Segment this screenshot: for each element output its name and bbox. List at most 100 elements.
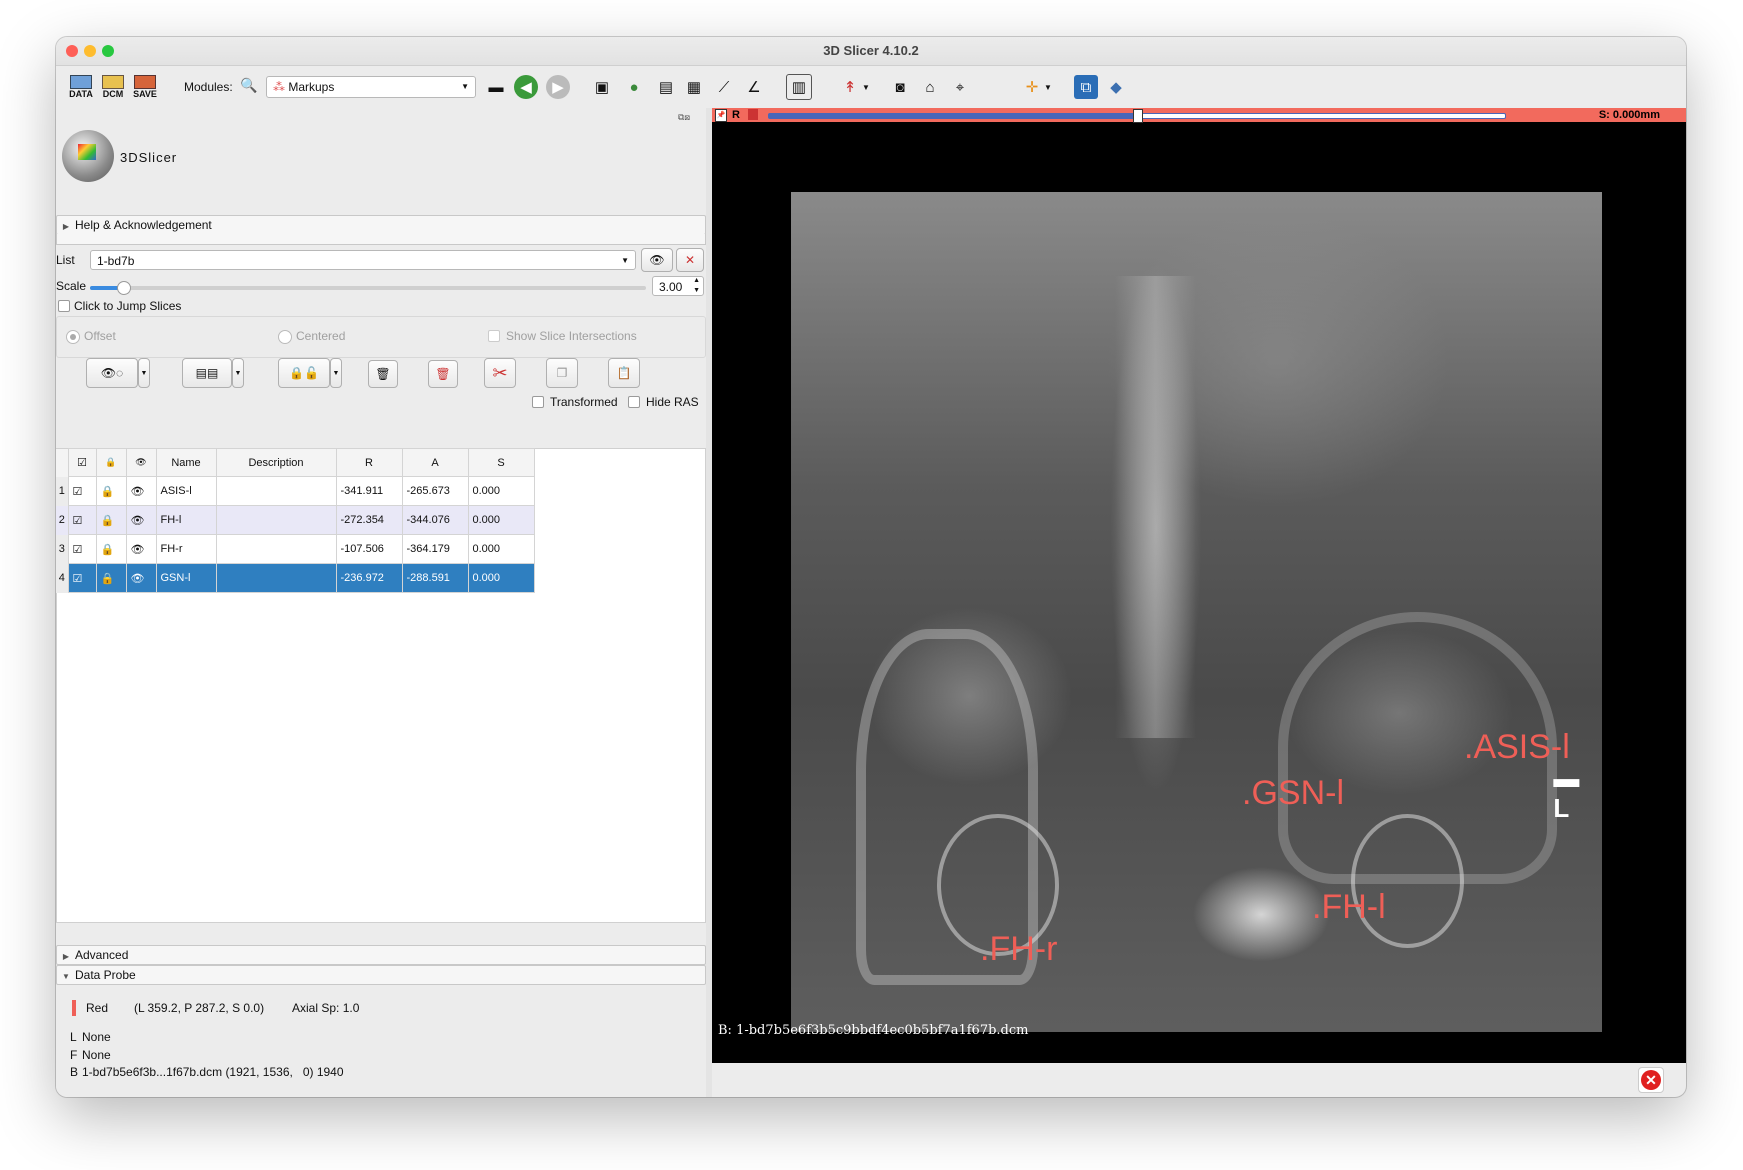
row-visibility-cell[interactable]: 👁 xyxy=(125,534,157,564)
red-slice-viewer[interactable]: 📌 R S: 0.000mm ▬ L .ASIS-l .GSN-l .FH-l .… xyxy=(712,108,1686,1063)
visibility-toggle-button[interactable]: 👁◌ xyxy=(86,358,138,388)
advanced-section-header[interactable]: ▶ Advanced xyxy=(56,945,706,965)
row-lock-cell[interactable]: 🔒 xyxy=(95,534,127,564)
row-s[interactable]: 0.000 xyxy=(467,476,535,506)
fiducial-fh-r[interactable]: .FH-r xyxy=(980,930,1057,969)
delete-point-button[interactable]: 🗑 xyxy=(368,360,398,388)
select-toggle-button[interactable]: ▤▤ xyxy=(182,358,232,388)
row-lock-cell[interactable]: 🔒 xyxy=(95,563,127,593)
row-select-checkbox[interactable]: ☑ xyxy=(67,534,97,564)
dicom-button[interactable]: DCM xyxy=(100,74,126,100)
description-column-header[interactable]: Description xyxy=(215,448,337,477)
offset-radio[interactable] xyxy=(66,330,80,344)
load-data-button[interactable]: DATA xyxy=(68,74,94,100)
close-window-button[interactable] xyxy=(66,45,78,57)
row-select-checkbox[interactable]: ☑ xyxy=(67,476,97,506)
mouse-mode-button[interactable]: ↟ ▼ xyxy=(836,74,872,100)
scale-slider-handle[interactable] xyxy=(117,281,132,295)
screenshot-button[interactable]: ◙ xyxy=(888,74,912,100)
table-row[interactable]: 2 ☑ 🔒 👁 FH-l -272.354 -344.076 0.000 xyxy=(56,505,535,535)
table-row-selected[interactable]: 4 ☑ 🔒 👁 GSN-l -236.972 -288.591 0.000 xyxy=(56,563,535,593)
zoom-window-button[interactable] xyxy=(102,45,114,57)
transformed-checkbox[interactable] xyxy=(532,396,544,408)
row-r[interactable]: -236.972 xyxy=(335,563,403,593)
s-column-header[interactable]: S xyxy=(467,448,535,477)
show-slice-intersections-checkbox[interactable] xyxy=(488,330,500,342)
visibility-menu-button[interactable]: ▼ xyxy=(138,358,150,388)
row-a[interactable]: -265.673 xyxy=(401,476,469,506)
a-column-header[interactable]: A xyxy=(401,448,469,477)
transforms-button[interactable]: ▤ xyxy=(654,74,678,100)
row-name[interactable]: GSN-l xyxy=(155,563,217,593)
fiducial-fh-l[interactable]: .FH-l xyxy=(1312,888,1386,927)
slice-offset-handle[interactable] xyxy=(1133,109,1143,123)
scale-spinbox[interactable]: 3.00 ▲ ▼ xyxy=(652,276,704,296)
save-button[interactable]: SAVE xyxy=(132,74,158,100)
data-probe-section-header[interactable]: ▼ Data Probe xyxy=(56,965,706,985)
error-log-button[interactable]: ✕ xyxy=(1638,1067,1664,1093)
extensions-button[interactable]: ⧉ xyxy=(1074,74,1098,100)
cut-button[interactable]: ✂ xyxy=(484,358,516,388)
list-visibility-button[interactable]: 👁 xyxy=(641,248,673,272)
undock-icon[interactable]: ⧉⊠ xyxy=(678,112,690,123)
row-r[interactable]: -272.354 xyxy=(335,505,403,535)
select-column-header[interactable]: ☑ xyxy=(67,448,97,477)
volume-rendering-button[interactable]: ▣ xyxy=(590,74,614,100)
select-menu-button[interactable]: ▼ xyxy=(232,358,244,388)
markups-list-selector[interactable]: 1-bd7b ▼ xyxy=(90,250,636,270)
row-s[interactable]: 0.000 xyxy=(467,534,535,564)
centered-radio[interactable] xyxy=(278,330,292,344)
editor-button[interactable]: ▦ xyxy=(682,74,706,100)
module-selector[interactable]: ⁂ Markups ▼ xyxy=(266,76,476,98)
row-s[interactable]: 0.000 xyxy=(467,505,535,535)
row-name[interactable]: FH-r xyxy=(155,534,217,564)
paste-button[interactable]: 📋 xyxy=(608,358,640,388)
slice-offset-slider[interactable] xyxy=(768,109,1506,123)
link-icon[interactable] xyxy=(748,109,758,120)
module-list-button[interactable]: ▬ xyxy=(484,74,508,100)
row-visibility-cell[interactable]: 👁 xyxy=(125,476,157,506)
row-a[interactable]: -364.179 xyxy=(401,534,469,564)
forward-button[interactable]: ▶ xyxy=(546,74,570,100)
pin-icon[interactable]: 📌 xyxy=(715,109,727,122)
name-column-header[interactable]: Name xyxy=(155,448,217,477)
fiducial-asis-l[interactable]: .ASIS-l xyxy=(1464,728,1570,767)
lock-column-header[interactable]: 🔒 xyxy=(95,448,127,477)
help-section-header[interactable]: ▶ Help & Acknowledgement xyxy=(56,215,706,235)
click-to-jump-checkbox[interactable] xyxy=(58,300,70,312)
row-s[interactable]: 0.000 xyxy=(467,563,535,593)
lock-toggle-button[interactable]: 🔒🔓 xyxy=(278,358,330,388)
row-a[interactable]: -288.591 xyxy=(401,563,469,593)
row-name[interactable]: ASIS-l xyxy=(155,476,217,506)
scene-view-button[interactable]: ⌂ xyxy=(918,74,942,100)
row-select-checkbox[interactable]: ☑ xyxy=(67,563,97,593)
row-visibility-cell[interactable]: 👁 xyxy=(125,563,157,593)
back-button[interactable]: ◀ xyxy=(514,74,538,100)
fiducial-gsn-l[interactable]: .GSN-l xyxy=(1242,774,1344,813)
lock-menu-button[interactable]: ▼ xyxy=(330,358,342,388)
table-row[interactable]: 1 ☑ 🔒 👁 ASIS-l -341.911 -265.673 0.000 xyxy=(56,476,535,506)
row-description[interactable] xyxy=(215,534,337,564)
row-a[interactable]: -344.076 xyxy=(401,505,469,535)
row-description[interactable] xyxy=(215,476,337,506)
list-lock-button[interactable]: ✕ xyxy=(676,248,704,272)
spin-arrows-icon[interactable]: ▲ ▼ xyxy=(693,276,700,296)
row-description[interactable] xyxy=(215,505,337,535)
table-row[interactable]: 3 ☑ 🔒 👁 FH-r -107.506 -364.179 0.000 xyxy=(56,534,535,564)
row-name[interactable]: FH-l xyxy=(155,505,217,535)
ruler-button[interactable]: ⟋ xyxy=(712,74,736,100)
crosshair-button[interactable]: ✛ ▼ xyxy=(1018,74,1054,100)
minimize-window-button[interactable] xyxy=(84,45,96,57)
copy-button[interactable]: ❐ xyxy=(546,358,578,388)
row-description[interactable] xyxy=(215,563,337,593)
layout-button[interactable]: ▥ xyxy=(786,74,812,100)
row-visibility-cell[interactable]: 👁 xyxy=(125,505,157,535)
restore-view-button[interactable]: ⌖ xyxy=(948,74,972,100)
row-lock-cell[interactable]: 🔒 xyxy=(95,476,127,506)
row-r[interactable]: -341.911 xyxy=(335,476,403,506)
hide-ras-checkbox[interactable] xyxy=(628,396,640,408)
row-lock-cell[interactable]: 🔒 xyxy=(95,505,127,535)
visibility-column-header[interactable]: 👁 xyxy=(125,448,157,477)
delete-all-button[interactable]: 🗑 xyxy=(428,360,458,388)
module-search-icon[interactable]: 🔍 xyxy=(240,77,257,94)
